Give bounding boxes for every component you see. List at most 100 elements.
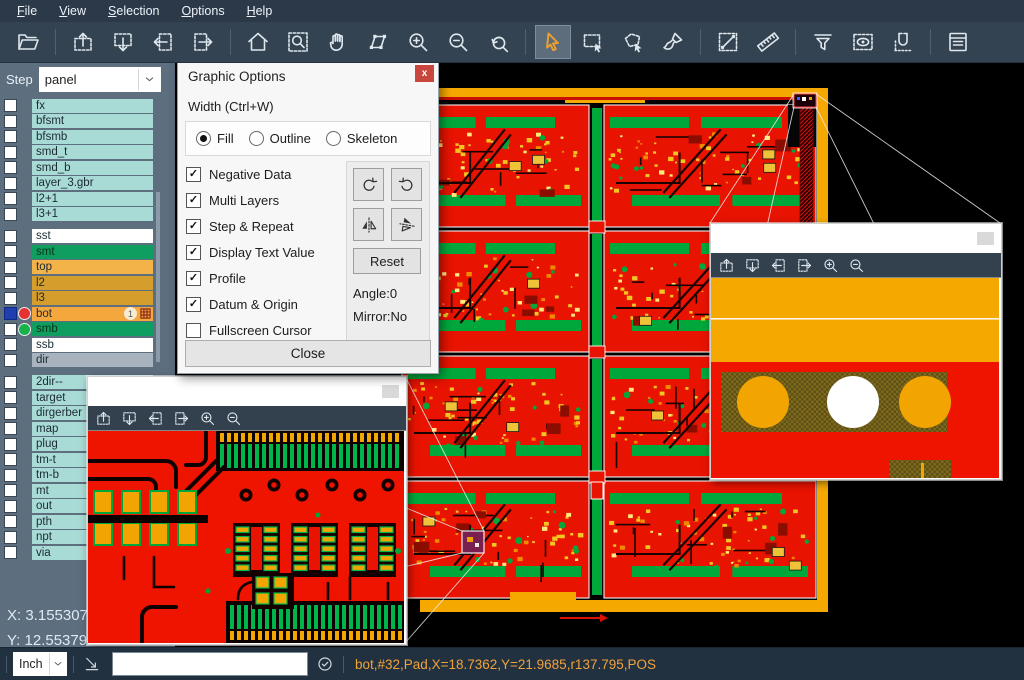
- layer-row-smd_t[interactable]: smd_t: [0, 145, 175, 161]
- layer-visibility-checkbox[interactable]: [4, 438, 17, 451]
- layer-visibility-checkbox[interactable]: [4, 177, 17, 190]
- layer-visibility-checkbox[interactable]: [4, 407, 17, 420]
- layer-row-l2+1[interactable]: l2+1: [0, 191, 175, 207]
- ruler-button[interactable]: [750, 25, 786, 59]
- chevron-down-icon[interactable]: [49, 653, 66, 675]
- layer-visibility-checkbox[interactable]: [4, 376, 17, 389]
- pan-down-button[interactable]: [105, 25, 141, 59]
- layer-row-ssb[interactable]: ssb: [0, 337, 175, 353]
- pan-hand-button[interactable]: [320, 25, 356, 59]
- layer-row-layer_3.gbr[interactable]: layer_3.gbr: [0, 176, 175, 192]
- step-select[interactable]: panel: [39, 67, 161, 92]
- inspect-button[interactable]: [845, 25, 881, 59]
- layer-row-sst[interactable]: sst: [0, 229, 175, 245]
- filter-button[interactable]: [805, 25, 841, 59]
- layer-visibility-checkbox[interactable]: [4, 469, 17, 482]
- layer-visibility-checkbox[interactable]: [4, 115, 17, 128]
- window-button[interactable]: [382, 385, 399, 398]
- layer-visibility-checkbox[interactable]: [4, 208, 17, 221]
- zoom-window-left[interactable]: [87, 376, 407, 645]
- checkbox-negative-data[interactable]: ✓Negative Data: [186, 161, 346, 187]
- checkbox-step-repeat[interactable]: ✓Step & Repeat: [186, 213, 346, 239]
- layer-row-l2[interactable]: l2: [0, 275, 175, 291]
- chevron-down-icon[interactable]: [138, 69, 159, 90]
- command-input[interactable]: [112, 652, 308, 676]
- close-button[interactable]: Close: [185, 340, 431, 367]
- window-button[interactable]: [977, 232, 994, 245]
- zoom-out-button[interactable]: [440, 25, 476, 59]
- snap-button[interactable]: [885, 25, 921, 59]
- rotate-cw-button[interactable]: [353, 168, 384, 201]
- pan-left-button[interactable]: [770, 257, 787, 274]
- radio-skeleton[interactable]: Skeleton: [326, 131, 398, 146]
- layer-row-fx[interactable]: fx: [0, 98, 175, 114]
- pan-down-button[interactable]: [744, 257, 761, 274]
- home-view-button[interactable]: [240, 25, 276, 59]
- checkbox-datum-origin[interactable]: ✓Datum & Origin: [186, 291, 346, 317]
- layer-visibility-checkbox[interactable]: [4, 546, 17, 559]
- menu-selection[interactable]: Selection: [97, 2, 170, 21]
- pan-down-button[interactable]: [121, 410, 138, 427]
- pan-right-button[interactable]: [796, 257, 813, 274]
- layer-row-smb[interactable]: smb: [0, 322, 175, 338]
- layer-row-bfsmb[interactable]: bfsmb: [0, 129, 175, 145]
- reset-button[interactable]: Reset: [353, 248, 421, 274]
- layer-visibility-checkbox[interactable]: [4, 161, 17, 174]
- measure-line-button[interactable]: [710, 25, 746, 59]
- zoom-previous-button[interactable]: [480, 25, 516, 59]
- layer-visibility-checkbox[interactable]: [4, 338, 17, 351]
- layer-visibility-checkbox[interactable]: [4, 422, 17, 435]
- brush-select-button[interactable]: [655, 25, 691, 59]
- measure-area-button[interactable]: [360, 25, 396, 59]
- menu-options[interactable]: Options: [170, 2, 235, 21]
- layer-row-smd_b[interactable]: smd_b: [0, 160, 175, 176]
- zoom-window-title-bar[interactable]: [711, 224, 1001, 253]
- zoom-window-title-bar[interactable]: [88, 377, 406, 406]
- layer-visibility-checkbox[interactable]: [4, 292, 17, 305]
- layer-row-bfsmt[interactable]: bfsmt: [0, 114, 175, 130]
- layer-visibility-checkbox[interactable]: [4, 531, 17, 544]
- checkbox-profile[interactable]: ✓Profile: [186, 265, 346, 291]
- close-icon[interactable]: x: [415, 65, 434, 82]
- pan-right-button[interactable]: [173, 410, 190, 427]
- rect-select-button[interactable]: [575, 25, 611, 59]
- layer-visibility-checkbox[interactable]: [4, 192, 17, 205]
- pan-up-button[interactable]: [65, 25, 101, 59]
- layer-visibility-checkbox[interactable]: [4, 515, 17, 528]
- zoom-out-button[interactable]: [848, 257, 865, 274]
- pan-left-button[interactable]: [147, 410, 164, 427]
- flip-v-button[interactable]: [391, 208, 422, 241]
- layer-visibility-checkbox[interactable]: [4, 307, 17, 320]
- poly-select-button[interactable]: [615, 25, 651, 59]
- layer-visibility-checkbox[interactable]: [4, 130, 17, 143]
- zoom-area-button[interactable]: [280, 25, 316, 59]
- zoom-in-button[interactable]: [199, 410, 216, 427]
- flip-h-button[interactable]: [353, 208, 384, 241]
- layer-visibility-checkbox[interactable]: [4, 261, 17, 274]
- layer-row-bot[interactable]: bot1: [0, 306, 175, 322]
- layer-visibility-checkbox[interactable]: [4, 484, 17, 497]
- zoom-in-button[interactable]: [400, 25, 436, 59]
- confirm-icon[interactable]: [316, 655, 334, 673]
- layer-row-l3[interactable]: l3: [0, 291, 175, 307]
- pan-up-button[interactable]: [718, 257, 735, 274]
- checkbox-multi-layers[interactable]: ✓Multi Layers: [186, 187, 346, 213]
- pan-left-button[interactable]: [145, 25, 181, 59]
- radio-fill[interactable]: Fill: [196, 131, 234, 146]
- layer-visibility-checkbox[interactable]: [4, 391, 17, 404]
- layer-visibility-checkbox[interactable]: [4, 500, 17, 513]
- menu-view[interactable]: View: [48, 2, 97, 21]
- layer-row-top[interactable]: top: [0, 260, 175, 276]
- layer-visibility-checkbox[interactable]: [4, 245, 17, 258]
- zoom-in-button[interactable]: [822, 257, 839, 274]
- layer-visibility-checkbox[interactable]: [4, 354, 17, 367]
- checkbox-display-text-value[interactable]: ✓Display Text Value: [186, 239, 346, 265]
- unit-select[interactable]: Inch: [13, 652, 67, 676]
- menu-file[interactable]: File: [6, 2, 48, 21]
- layer-row-dir[interactable]: dir: [0, 353, 175, 369]
- zoom-out-button[interactable]: [225, 410, 242, 427]
- radio-outline[interactable]: Outline: [249, 131, 311, 146]
- report-button[interactable]: [940, 25, 976, 59]
- layer-row-l3+1[interactable]: l3+1: [0, 207, 175, 223]
- zoom-window-right[interactable]: [710, 223, 1002, 480]
